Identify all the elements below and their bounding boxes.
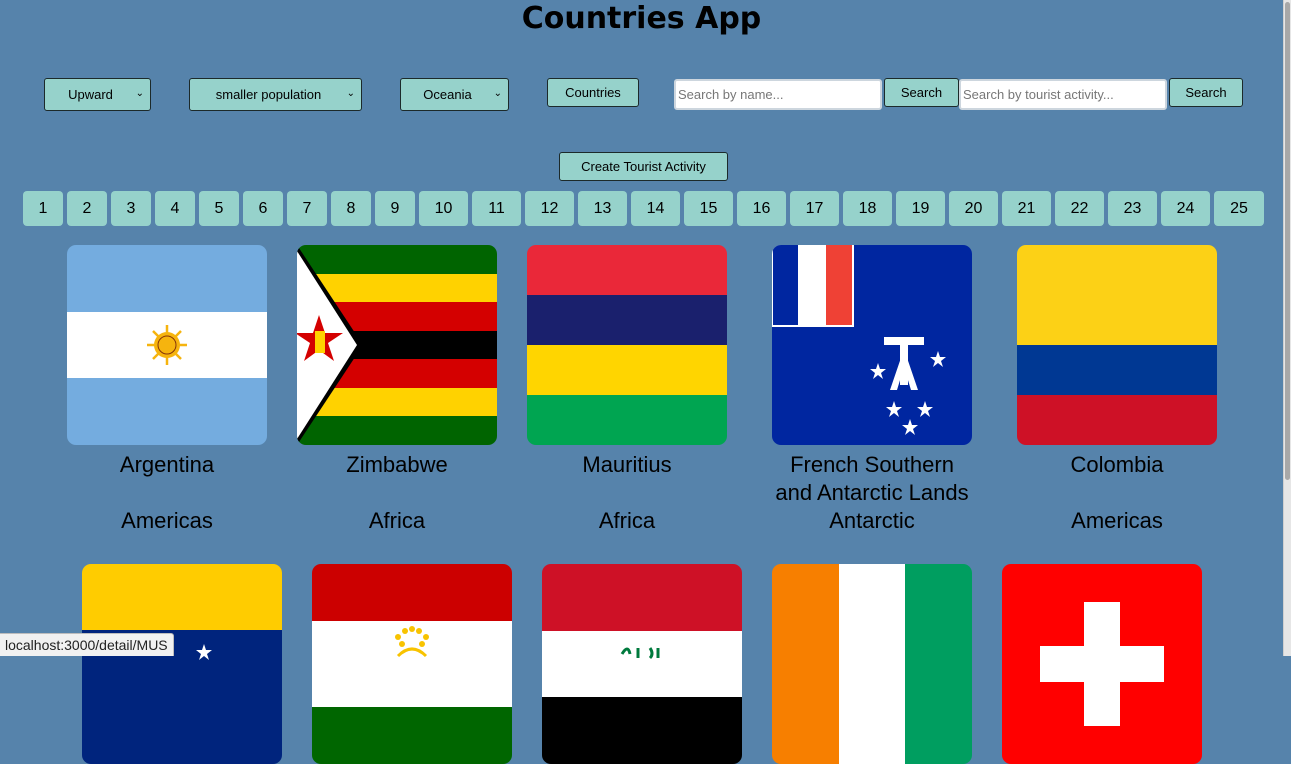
activity-search-button[interactable]: Search: [1169, 78, 1243, 107]
page-button-18[interactable]: 18: [843, 191, 892, 226]
chevron-down-icon: ⌄: [135, 88, 144, 99]
page-button-14[interactable]: 14: [631, 191, 680, 226]
page-scrollbar[interactable]: [1283, 0, 1291, 656]
country-name[interactable]: Mauritius: [527, 451, 727, 479]
create-tourist-activity-button[interactable]: Create Tourist Activity: [559, 152, 728, 181]
page-button-24[interactable]: 24: [1161, 191, 1210, 226]
order-select-value: Upward: [68, 87, 113, 102]
countries-button[interactable]: Countries: [547, 78, 639, 107]
country-flag[interactable]: [1002, 564, 1202, 764]
country-card[interactable]: Mauritius Africa: [527, 245, 727, 535]
page-button-10[interactable]: 10: [419, 191, 468, 226]
country-flag[interactable]: [82, 564, 282, 764]
country-name[interactable]: Zimbabwe: [297, 451, 497, 479]
country-flag[interactable]: [542, 564, 742, 764]
page-button-8[interactable]: 8: [331, 191, 371, 226]
page-button-12[interactable]: 12: [525, 191, 574, 226]
status-bar-url: localhost:3000/detail/MUS: [0, 633, 174, 656]
page-button-7[interactable]: 7: [287, 191, 327, 226]
country-card[interactable]: [542, 564, 742, 764]
page-button-22[interactable]: 22: [1055, 191, 1104, 226]
zimbabwe-flag[interactable]: [297, 245, 497, 445]
page-button-17[interactable]: 17: [790, 191, 839, 226]
page-button-11[interactable]: 11: [472, 191, 521, 226]
scrollbar-thumb[interactable]: [1285, 2, 1290, 480]
country-name[interactable]: Argentina: [67, 451, 267, 479]
page-title: Countries App: [521, 1, 762, 36]
country-card[interactable]: Argentina Americas: [67, 245, 267, 535]
page-button-9[interactable]: 9: [375, 191, 415, 226]
continent-select[interactable]: Oceania ⌄: [400, 78, 509, 111]
page-button-4[interactable]: 4: [155, 191, 195, 226]
country-flag[interactable]: [772, 564, 972, 764]
country-card[interactable]: French Southern and Antarctic Lands Anta…: [772, 245, 972, 535]
page-button-21[interactable]: 21: [1002, 191, 1051, 226]
chevron-down-icon: ⌄: [346, 88, 355, 99]
page-button-6[interactable]: 6: [243, 191, 283, 226]
country-card[interactable]: [312, 564, 512, 764]
country-card[interactable]: [82, 564, 282, 764]
page-button-15[interactable]: 15: [684, 191, 733, 226]
page-button-13[interactable]: 13: [578, 191, 627, 226]
argentina-flag[interactable]: [67, 245, 267, 445]
page-button-2[interactable]: 2: [67, 191, 107, 226]
page-button-23[interactable]: 23: [1108, 191, 1157, 226]
country-card[interactable]: Zimbabwe Africa: [297, 245, 497, 535]
name-search-input[interactable]: Search by name...: [674, 79, 882, 110]
continent-select-value: Oceania: [423, 87, 472, 102]
order-select[interactable]: Upward ⌄: [44, 78, 151, 111]
page-button-1[interactable]: 1: [23, 191, 63, 226]
country-name[interactable]: Colombia: [1017, 451, 1217, 479]
country-flag[interactable]: [312, 564, 512, 764]
mauritius-flag[interactable]: [527, 245, 727, 445]
page-button-19[interactable]: 19: [896, 191, 945, 226]
country-card[interactable]: [1002, 564, 1202, 764]
pagination: 1 2 3 4 5 6 7 8 9 10 11 12 13 14 15 16 1…: [23, 191, 1264, 226]
colombia-flag[interactable]: [1017, 245, 1217, 445]
country-continent: Antarctic: [829, 508, 915, 533]
sort-select-value: smaller population: [215, 87, 322, 102]
chevron-down-icon: ⌄: [493, 88, 502, 99]
activity-search-input[interactable]: Search by tourist activity...: [959, 79, 1167, 110]
sort-select[interactable]: smaller population ⌄: [189, 78, 362, 111]
country-card[interactable]: Colombia Americas: [1017, 245, 1217, 535]
page-button-16[interactable]: 16: [737, 191, 786, 226]
page-button-5[interactable]: 5: [199, 191, 239, 226]
country-card[interactable]: [772, 564, 972, 764]
page-button-25[interactable]: 25: [1214, 191, 1264, 226]
page-button-20[interactable]: 20: [949, 191, 998, 226]
page-button-3[interactable]: 3: [111, 191, 151, 226]
country-continent: Americas: [1071, 508, 1163, 533]
french-southern-antarctic-lands-flag[interactable]: [772, 245, 972, 445]
country-name[interactable]: French Southern and Antarctic Lands: [772, 451, 972, 507]
country-continent: Africa: [368, 508, 426, 533]
country-continent: Africa: [598, 508, 656, 533]
country-continent: Americas: [121, 508, 213, 533]
name-search-button[interactable]: Search: [884, 78, 959, 107]
